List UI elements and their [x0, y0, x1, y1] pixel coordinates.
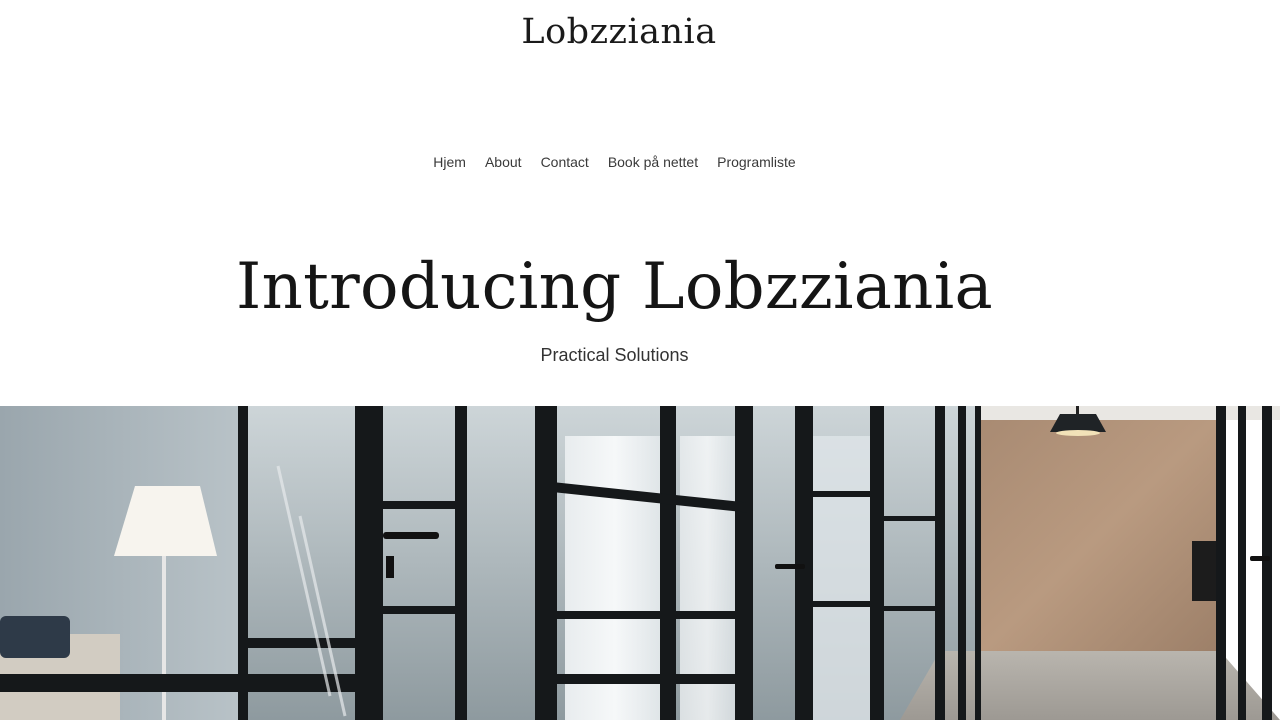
hero-heading: Introducing Lobzziania [236, 250, 993, 324]
nav-link-about[interactable]: About [485, 152, 522, 172]
site-title-link[interactable]: Lobzziania [0, 12, 1238, 52]
nav-link-programliste[interactable]: Programliste [717, 152, 796, 172]
nav-link-contact[interactable]: Contact [541, 152, 589, 172]
nav-link-hjem[interactable]: Hjem [433, 152, 466, 172]
main-nav: Hjem About Contact Book på nettet Progra… [0, 152, 1229, 172]
hero-subheading: Practical Solutions [540, 345, 689, 365]
page: Lobzziania Hjem About Contact Book på ne… [0, 0, 1280, 720]
office-corridor-photo [0, 406, 1280, 720]
nav-link-book[interactable]: Book på nettet [608, 152, 698, 172]
hero-image [0, 406, 1280, 720]
